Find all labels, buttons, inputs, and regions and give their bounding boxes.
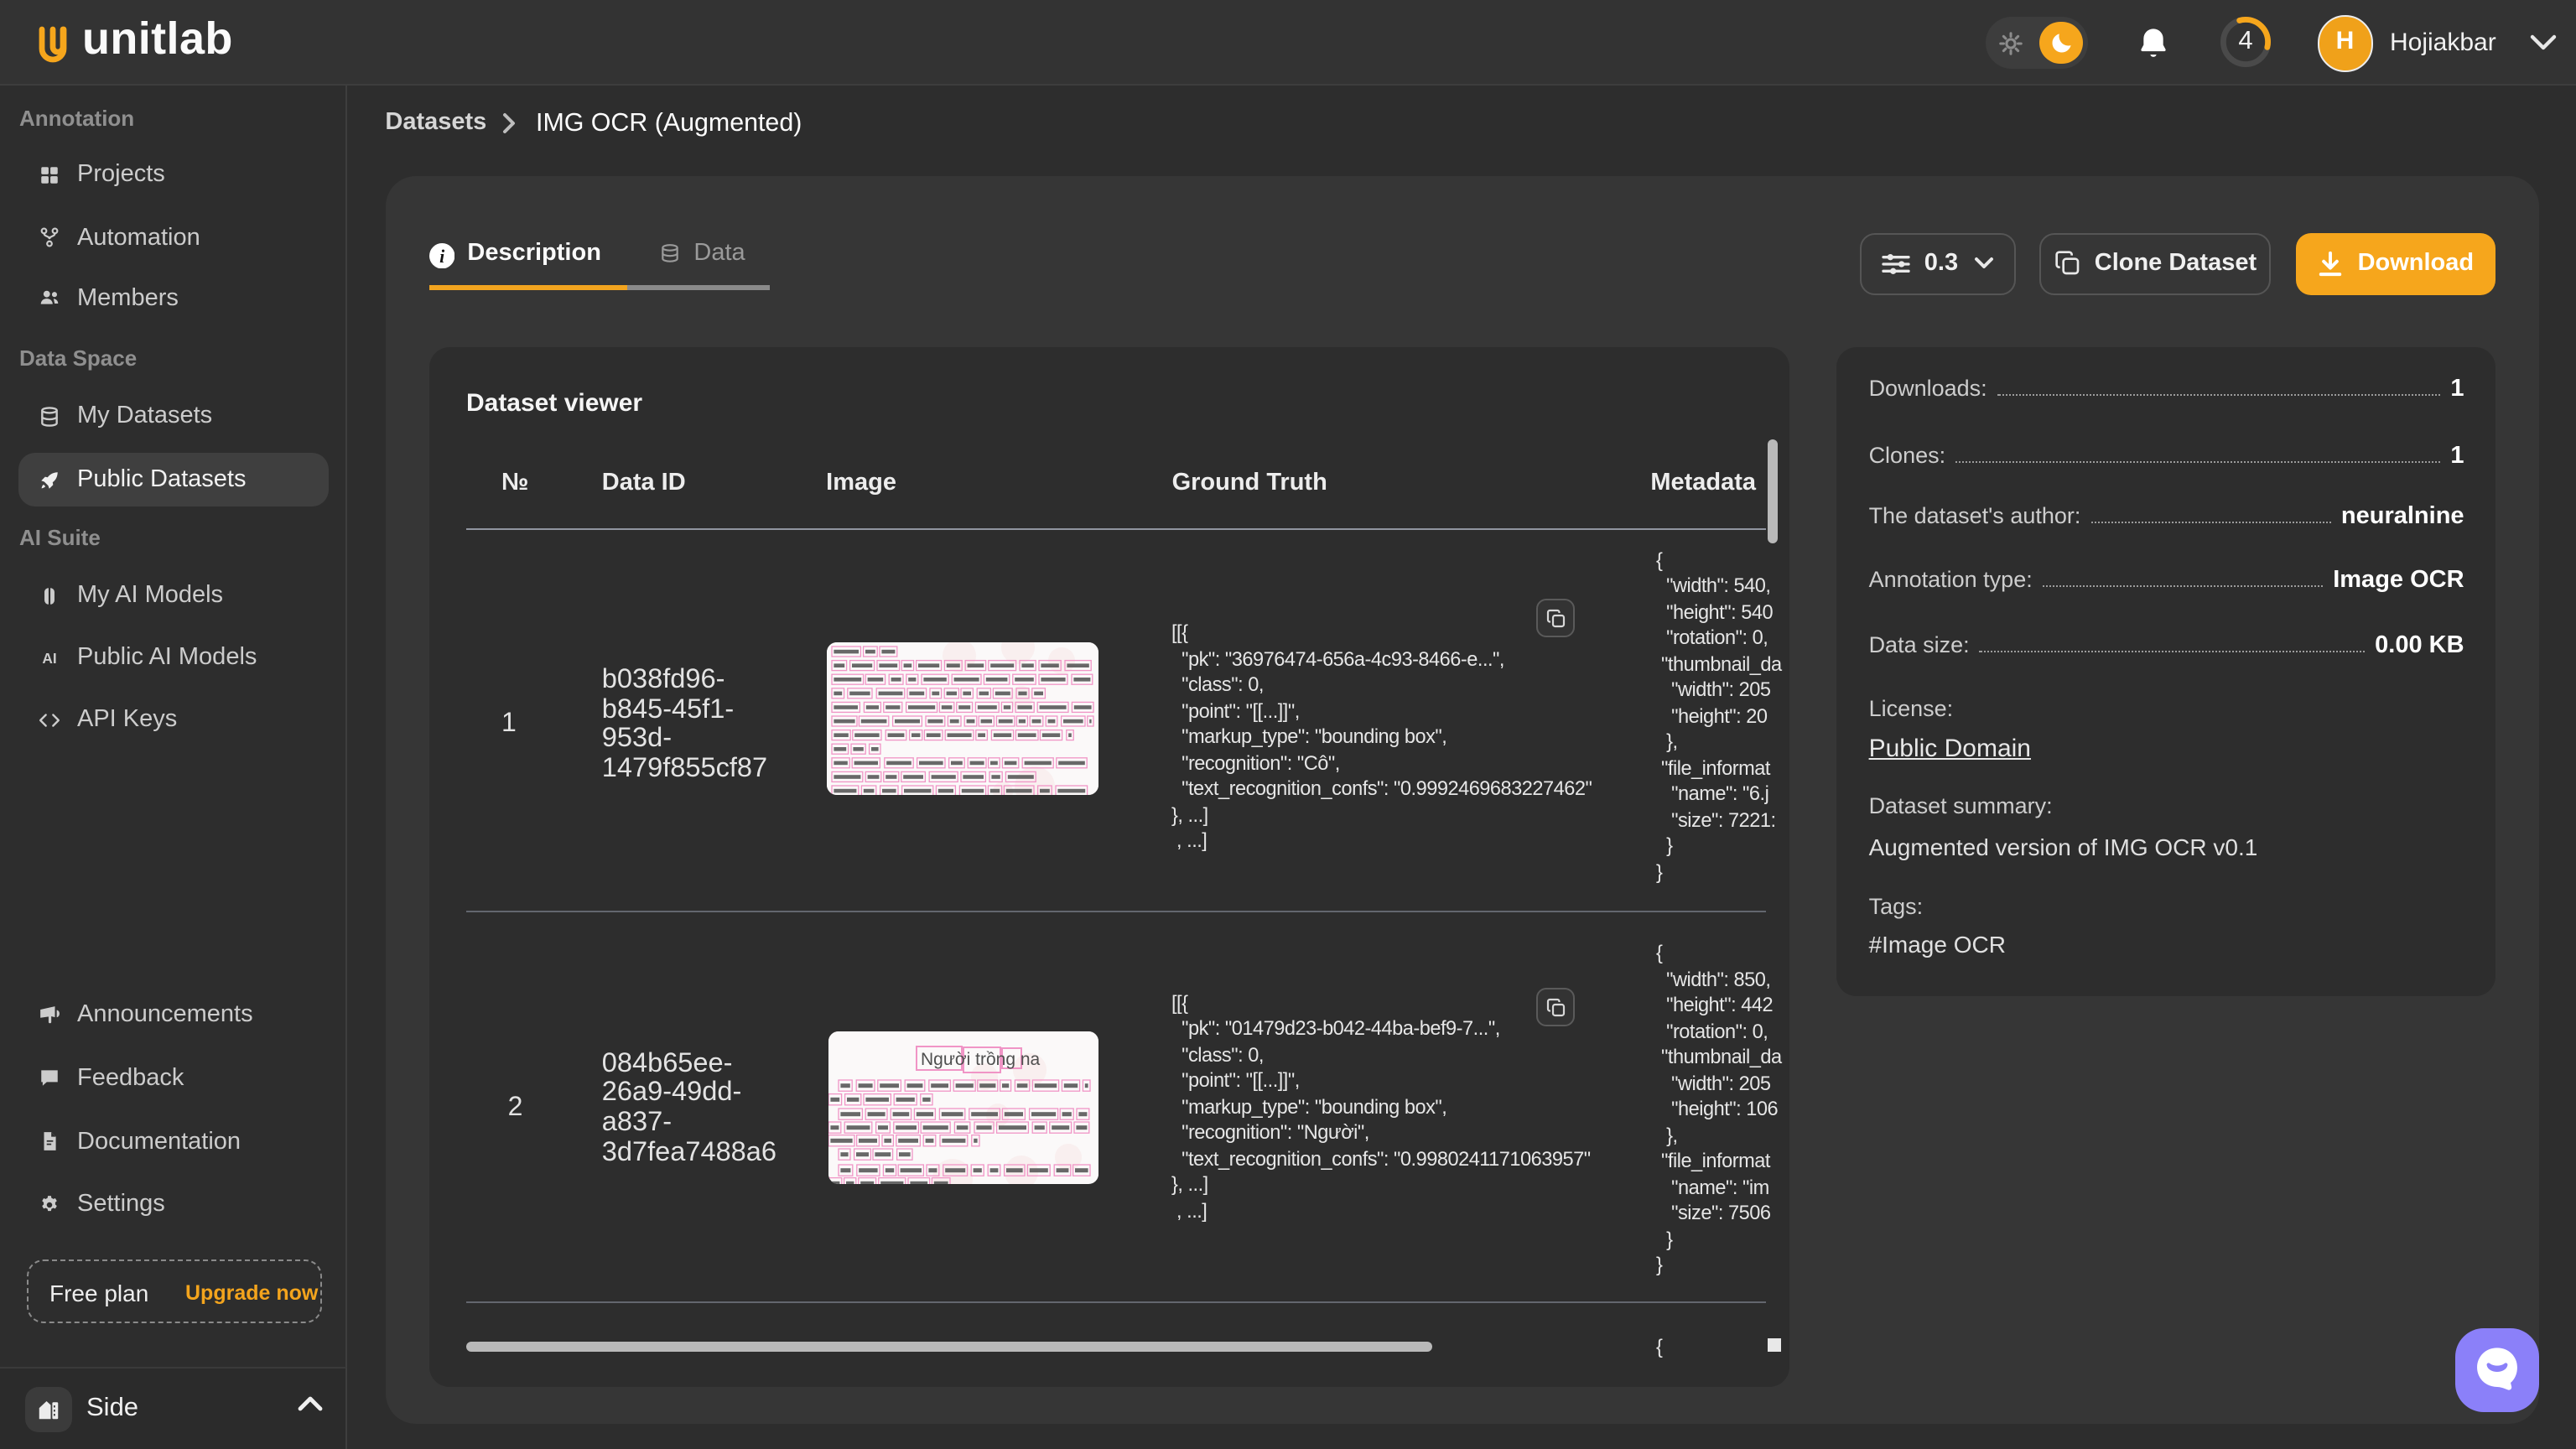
svg-text:Người trồng na: Người trồng na — [921, 1050, 1041, 1069]
svg-text:AI: AI — [42, 650, 56, 667]
svg-text:i: i — [439, 247, 444, 267]
